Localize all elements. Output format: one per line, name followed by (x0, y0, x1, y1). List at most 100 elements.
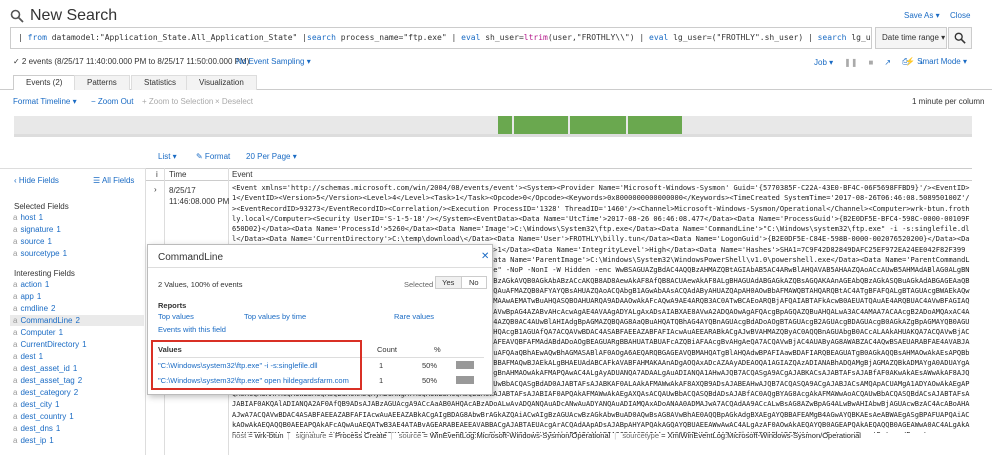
selected-no-button[interactable]: No (462, 277, 487, 288)
field-type-icon: a (13, 292, 18, 301)
timeline-chart[interactable] (14, 116, 972, 134)
field-name: signature (20, 225, 54, 234)
all-fields-link[interactable]: ☰ All Fields (93, 176, 134, 185)
field-name: app (20, 292, 34, 301)
zoom-to-selection-button[interactable]: + Zoom to Selection (142, 97, 213, 106)
expand-event-icon[interactable]: › (154, 185, 157, 194)
sidebar-field-currentdirectory[interactable]: a CurrentDirectory 1 (10, 339, 144, 350)
close-link[interactable]: Close (950, 11, 970, 20)
timeline-controls: Format Timeline ▾ − Zoom Out + Zoom to S… (0, 97, 992, 111)
sidebar-field-sourcetype[interactable]: a sourcetype 1 (10, 248, 144, 259)
query-token: sh_user= (480, 33, 524, 42)
meta-value[interactable]: WinEventLog:Microsoft-Windows-Sysmon/Ope… (430, 431, 610, 440)
pause-icon[interactable]: ❚❚ (844, 58, 857, 67)
tab-patterns[interactable]: Patterns (74, 75, 130, 90)
job-menu[interactable]: Job ▾ (814, 58, 833, 67)
list-controls: List ▾ ✎ Format 20 Per Page ▾ (0, 152, 992, 166)
time-range-picker[interactable]: Date time range ▾ (875, 27, 947, 49)
selected-yes-button[interactable]: Yes (436, 277, 462, 288)
field-name: dest_asset_id (20, 364, 70, 373)
selected-fields-heading: Selected Fields (14, 202, 69, 211)
meta-value[interactable]: XmlWinEventLog:Microsoft-Windows-Sysmon/… (668, 431, 861, 440)
timeline-bar[interactable] (498, 116, 512, 134)
meta-separator: | (390, 431, 393, 440)
field-count: 2 (73, 388, 79, 397)
field-name: action (20, 280, 42, 289)
sidebar-field-dest_dns[interactable]: a dest_dns 1 (10, 423, 144, 434)
tab-statistics[interactable]: Statistics (131, 75, 190, 90)
field-name: CurrentDirectory (20, 340, 80, 349)
value-count: 1 (379, 361, 384, 370)
report-rare-values[interactable]: Rare values (394, 312, 434, 321)
meta-value[interactable]: Process Create (335, 431, 387, 440)
sidebar-field-dest_city[interactable]: a dest_city 1 (10, 399, 144, 410)
sidebar-field-dest_asset_id[interactable]: a dest_asset_id 1 (10, 363, 144, 374)
reports-heading: Reports (158, 301, 187, 310)
timeline-scrubber[interactable] (14, 134, 972, 137)
sidebar-field-dest_ip[interactable]: a dest_ip 1 (10, 435, 144, 446)
page-title: New Search (10, 7, 117, 25)
hide-fields-link[interactable]: ‹ Hide Fields (14, 176, 59, 185)
tab-visualization[interactable]: Visualization (186, 75, 257, 90)
sidebar-field-dest[interactable]: a dest 1 (10, 351, 144, 362)
search-button[interactable] (948, 27, 972, 49)
value-pct-bar (456, 361, 474, 369)
report-top-values-by-time[interactable]: Top values by time (244, 312, 306, 321)
field-count: 1 (55, 424, 61, 433)
field-count: 1 (82, 340, 87, 349)
share-icon[interactable]: ↗ (884, 58, 891, 67)
sidebar-field-host[interactable]: a host 1 (10, 212, 144, 223)
query-token: eval (461, 33, 481, 42)
field-count: 1 (47, 237, 52, 246)
tab-events[interactable]: Events (2) (13, 75, 76, 90)
sidebar-field-app[interactable]: a app 1 (10, 291, 144, 302)
report-events-with-field[interactable]: Events with this field (158, 325, 226, 334)
zoom-out-button[interactable]: − Zoom Out (91, 97, 133, 106)
search-mode-dropdown[interactable]: ⚡ Smart Mode ▾ (905, 57, 967, 66)
report-top-values[interactable]: Top values (158, 312, 194, 321)
format-button[interactable]: ✎ Format (196, 152, 230, 161)
field-type-icon: a (13, 328, 18, 337)
field-type-icon: a (13, 436, 18, 445)
search-query-input[interactable]: | from datamodel:"Application_State.All_… (10, 27, 872, 49)
query-token: lg_user=("FROTHLY".sh_user) | (668, 33, 818, 42)
field-count: 1 (72, 364, 78, 373)
per-page-dropdown[interactable]: 20 Per Page ▾ (246, 152, 297, 161)
timeline-bar[interactable] (570, 116, 626, 134)
format-timeline-dropdown[interactable]: Format Timeline ▾ (13, 97, 77, 106)
highlight-annotation (151, 340, 362, 390)
field-count: 1 (56, 225, 61, 234)
field-type-icon: a (13, 304, 18, 313)
save-as-menu[interactable]: Save As ▾ (904, 11, 940, 20)
sidebar-field-dest_category[interactable]: a dest_category 2 (10, 387, 144, 398)
event-sampling-dropdown[interactable]: No Event Sampling ▾ (236, 57, 311, 66)
stop-icon[interactable]: ■ (869, 58, 874, 67)
sidebar-field-commandline[interactable]: a CommandLine 2 (10, 315, 144, 326)
event-timestamp: 8/25/17 11:46:08.000 PM (169, 185, 229, 207)
col-time-header[interactable]: Time (169, 169, 186, 181)
list-view-dropdown[interactable]: List ▾ (158, 152, 177, 161)
col-event-header: Event (232, 170, 253, 179)
close-icon[interactable]: ✕ (481, 251, 489, 262)
timeline-bar[interactable] (628, 116, 682, 134)
sidebar-field-computer[interactable]: a Computer 1 (10, 327, 144, 338)
search-header: New Search Save As ▾ Close | from datamo… (0, 0, 992, 60)
field-type-icon: a (13, 376, 18, 385)
field-name: dest_country (20, 412, 67, 421)
sidebar-field-dest_asset_tag[interactable]: a dest_asset_tag 2 (10, 375, 144, 386)
field-count: 1 (58, 328, 64, 337)
sidebar-field-signature[interactable]: a signature 1 (10, 224, 144, 235)
meta-value[interactable]: wrk-btun (255, 431, 284, 440)
field-name: dest_city (20, 400, 53, 409)
sidebar-field-action[interactable]: a action 1 (10, 279, 144, 290)
deselect-button[interactable]: × Deselect (215, 97, 253, 106)
field-type-icon: a (13, 388, 18, 397)
timeline-bar[interactable] (514, 116, 568, 134)
event-count-status: ✓ 2 events (8/25/17 11:40:00.000 PM to 8… (13, 57, 250, 66)
divider (148, 267, 492, 268)
sidebar-field-dest_country[interactable]: a dest_country 1 (10, 411, 144, 422)
field-count: 1 (44, 280, 50, 289)
meta-key: signature (295, 431, 327, 440)
sidebar-field-source[interactable]: a source 1 (10, 236, 144, 247)
sidebar-field-cmdline[interactable]: a cmdline 2 (10, 303, 144, 314)
